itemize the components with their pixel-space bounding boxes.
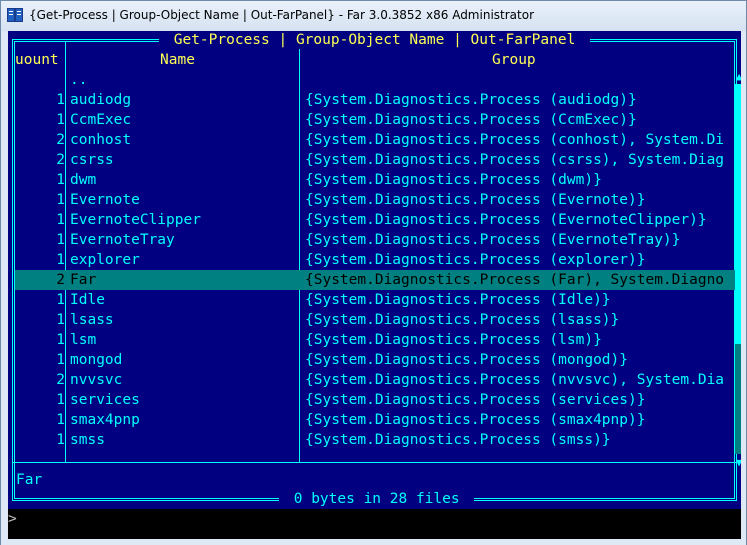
name-cell: csrss [70, 152, 114, 168]
count-cell: 1 [56, 292, 65, 308]
list-item[interactable]: 2 conhost {System.Diagnostics.Process (con… [15, 130, 735, 150]
count-cell: 2 [56, 372, 65, 388]
count-cell: 2 [56, 152, 65, 168]
command-line[interactable]: > [8, 509, 741, 529]
name-cell: Evernote [70, 192, 140, 208]
scroll-up-arrow-icon[interactable]: ▲ [733, 70, 741, 84]
group-cell: {System.Diagnostics.Process (Evernote)} [305, 192, 646, 208]
key-bar [8, 529, 741, 539]
group-cell: {System.Diagnostics.Process (EvernoteTra… [305, 232, 681, 248]
group-cell: {System.Diagnostics.Process (conhost), S… [305, 132, 725, 148]
scroll-thumb[interactable] [735, 84, 741, 344]
list-item[interactable]: 1 dwm {System.Diagnostics.Process (dwm)} [15, 170, 735, 190]
window-title: {Get-Process | Group-Object Name | Out-F… [29, 8, 534, 22]
window-bottom-border [1, 539, 746, 545]
far-app-icon [7, 8, 23, 22]
group-cell: {System.Diagnostics.Process (Far), Syste… [305, 272, 725, 288]
panel-title: Get-Process | Group-Object Name | Out-Fa… [159, 31, 591, 49]
count-cell: 1 [56, 352, 65, 368]
count-cell: 2 [56, 132, 65, 148]
scroll-down-arrow-icon[interactable]: ▼ [733, 456, 741, 470]
list-item[interactable]: 1 EvernoteTray {System.Diagnostics.Process… [15, 230, 735, 250]
panel-status-line: Far [16, 472, 43, 488]
group-cell: {System.Diagnostics.Process (explorer)} [305, 252, 646, 268]
name-cell: EvernoteTray [70, 232, 175, 248]
group-cell: {System.Diagnostics.Process (dwm)} [305, 172, 602, 188]
name-cell: Far [70, 272, 97, 288]
name-cell: .. [70, 72, 88, 88]
name-cell: conhost [70, 132, 132, 148]
count-cell: 1 [56, 112, 65, 128]
count-cell: 2 [56, 272, 65, 288]
list-item[interactable]: 1 lsm {System.Diagnostics.Process (lsm)} [15, 330, 735, 350]
file-list[interactable]: .. 1 audiodg {System.Diagnostics.Process (a… [15, 70, 735, 450]
name-cell: lsm [70, 332, 97, 348]
far-manager-window: {Get-Process | Group-Object Name | Out-F… [0, 0, 747, 545]
count-cell: 1 [56, 232, 65, 248]
list-item[interactable]: 1 services {System.Diagnostics.Process (se… [15, 390, 735, 410]
column-header-name[interactable]: Name [160, 50, 195, 70]
list-item[interactable]: 2 Far {System.Diagnostics.Process (Far), S… [15, 270, 735, 290]
group-cell: {System.Diagnostics.Process (lsm)} [305, 332, 602, 348]
name-cell: explorer [70, 252, 140, 268]
name-cell: audiodg [70, 92, 132, 108]
name-cell: Idle [70, 292, 105, 308]
title-bar[interactable]: {Get-Process | Group-Object Name | Out-F… [1, 1, 746, 31]
name-cell: mongod [70, 352, 123, 368]
count-cell: 1 [56, 312, 65, 328]
count-cell: 1 [56, 332, 65, 348]
count-cell: 1 [56, 192, 65, 208]
count-cell: 1 [56, 212, 65, 228]
list-item[interactable]: 1 smss {System.Diagnostics.Process (smss)} [15, 430, 735, 450]
list-item[interactable]: 1 smax4pnp {System.Diagnostics.Process (sm… [15, 410, 735, 430]
console-area: Get-Process | Group-Object Name | Out-Fa… [8, 31, 741, 539]
count-cell: 1 [56, 172, 65, 188]
group-cell: {System.Diagnostics.Process (CcmExec)} [305, 112, 637, 128]
list-item[interactable]: 2 csrss {System.Diagnostics.Process (csrss… [15, 150, 735, 170]
list-item[interactable]: 1 mongod {System.Diagnostics.Process (mong… [15, 350, 735, 370]
name-cell: smax4pnp [70, 412, 140, 428]
name-cell: lsass [70, 312, 114, 328]
list-item[interactable]: 1 EvernoteClipper {System.Diagnostics.Proc… [15, 210, 735, 230]
list-item[interactable]: 1 explorer {System.Diagnostics.Process (ex… [15, 250, 735, 270]
count-cell: 1 [56, 392, 65, 408]
list-item[interactable]: 1 Idle {System.Diagnostics.Process (Idle)} [15, 290, 735, 310]
list-item[interactable]: 1 lsass {System.Diagnostics.Process (lsass… [15, 310, 735, 330]
panel-footer-summary: 0 bytes in 28 files [279, 490, 475, 508]
list-item[interactable]: 2 nvvsvc {System.Diagnostics.Process (nvvs… [15, 370, 735, 390]
status-separator [13, 462, 736, 463]
group-cell: {System.Diagnostics.Process (audiodg)} [305, 92, 637, 108]
name-cell: EvernoteClipper [70, 212, 201, 228]
group-cell: {System.Diagnostics.Process (EvernoteCli… [305, 212, 707, 228]
count-cell: 1 [56, 432, 65, 448]
group-cell: {System.Diagnostics.Process (smss)} [305, 432, 611, 448]
group-cell: {System.Diagnostics.Process (smax4pnp)} [305, 412, 646, 428]
count-cell: 1 [56, 92, 65, 108]
group-cell: {System.Diagnostics.Process (services)} [305, 392, 646, 408]
list-item[interactable]: .. [15, 70, 735, 90]
column-header-count[interactable]: uount [15, 50, 59, 70]
name-cell: smss [70, 432, 105, 448]
command-prompt: > [8, 511, 17, 527]
count-cell: 1 [56, 252, 65, 268]
group-cell: {System.Diagnostics.Process (mongod)} [305, 352, 629, 368]
name-cell: nvvsvc [70, 372, 123, 388]
panel-scrollbar[interactable]: ▲ ▼ [735, 70, 741, 470]
group-cell: {System.Diagnostics.Process (csrss), Sys… [305, 152, 725, 168]
list-item[interactable]: 1 CcmExec {System.Diagnostics.Process (Ccm… [15, 110, 735, 130]
group-cell: {System.Diagnostics.Process (nvvsvc), Sy… [305, 372, 725, 388]
list-item[interactable]: 1 audiodg {System.Diagnostics.Process (aud… [15, 90, 735, 110]
list-item[interactable]: 1 Evernote {System.Diagnostics.Process (Ev… [15, 190, 735, 210]
name-cell: services [70, 392, 140, 408]
count-cell: 1 [56, 412, 65, 428]
name-cell: CcmExec [70, 112, 132, 128]
group-cell: {System.Diagnostics.Process (lsass)} [305, 312, 620, 328]
name-cell: dwm [70, 172, 97, 188]
column-header-group[interactable]: Group [492, 50, 536, 70]
group-cell: {System.Diagnostics.Process (Idle)} [305, 292, 611, 308]
